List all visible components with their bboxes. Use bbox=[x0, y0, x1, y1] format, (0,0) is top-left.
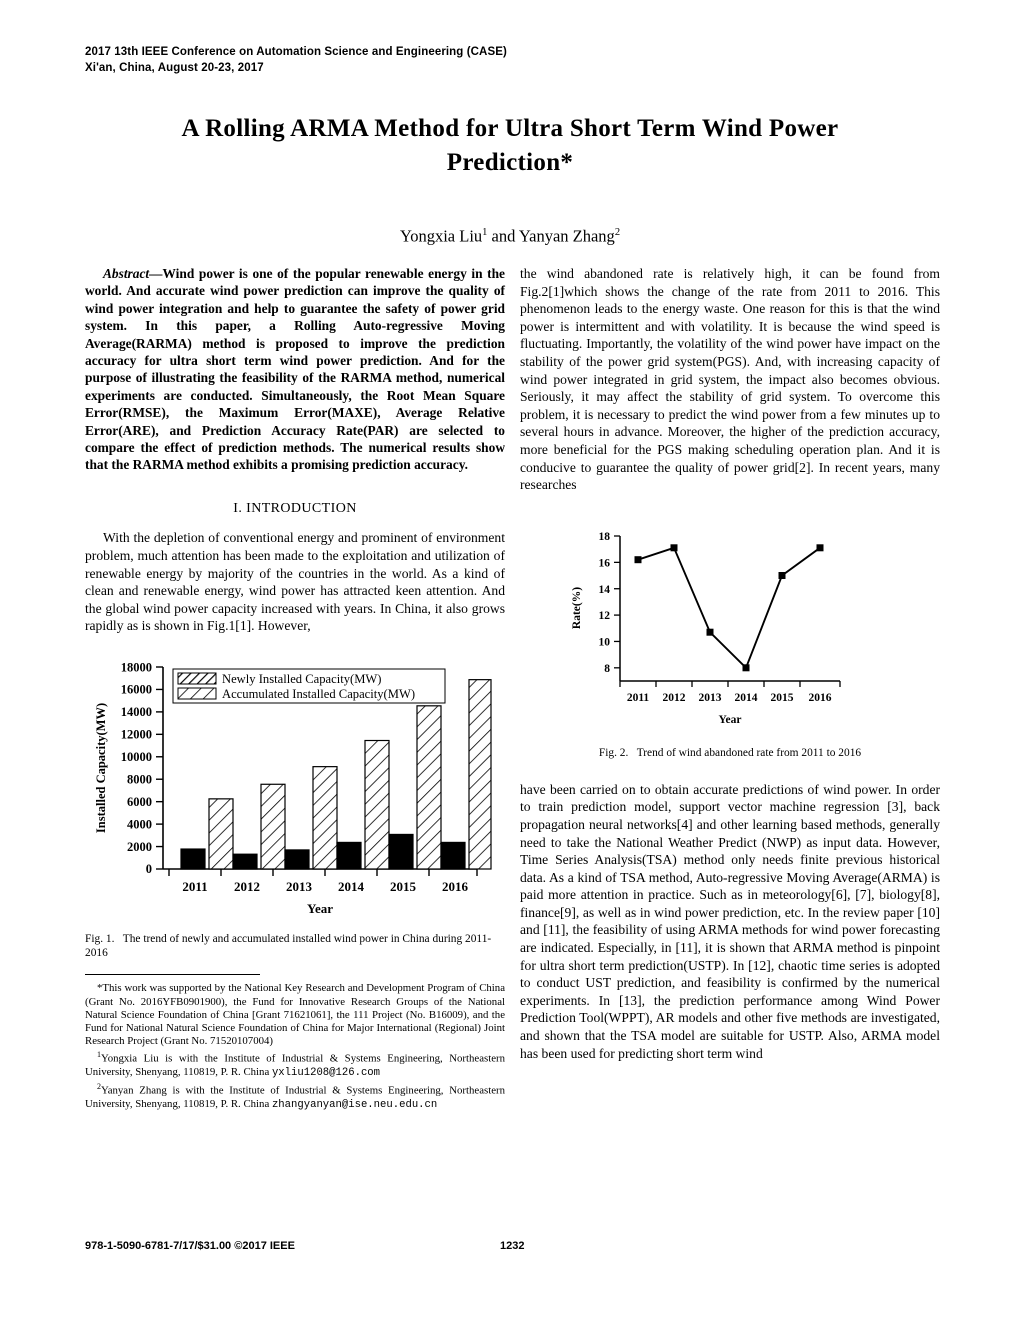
figure-1-number: Fig. 1. bbox=[85, 932, 115, 945]
svg-text:16: 16 bbox=[599, 557, 611, 569]
svg-text:Installed Capacity(MW): Installed Capacity(MW) bbox=[94, 703, 108, 833]
left-column: Abstract—Wind power is one of the popula… bbox=[85, 265, 505, 1112]
author-conjunction: and Yanyan Zhang bbox=[487, 226, 615, 246]
author-list: Yongxia Liu1 and Yanyan Zhang2 bbox=[110, 222, 910, 248]
svg-text:0: 0 bbox=[146, 862, 152, 876]
right-paragraph-1: the wind abandoned rate is relatively hi… bbox=[520, 266, 940, 493]
paper-title-line-2: Prediction* bbox=[446, 149, 574, 176]
paper-page: 2017 13th IEEE Conference on Automation … bbox=[0, 0, 1020, 1320]
figure-1-caption-text: The trend of newly and accumulated insta… bbox=[85, 932, 492, 960]
svg-text:Rate(%): Rate(%) bbox=[571, 586, 583, 628]
svg-text:2011: 2011 bbox=[182, 879, 207, 894]
svg-text:10: 10 bbox=[599, 636, 611, 648]
svg-text:6000: 6000 bbox=[127, 795, 152, 809]
figure-2-caption: Fig. 2. Trend of wind abandoned rate fro… bbox=[520, 746, 940, 760]
page-title: A Rolling ARMA Method for Ultra Short Te… bbox=[110, 112, 910, 180]
svg-text:2013: 2013 bbox=[699, 692, 722, 704]
svg-text:14000: 14000 bbox=[121, 705, 152, 719]
footnote-author-2-email[interactable]: zhangyanyan@ise.neu.edu.cn bbox=[272, 1099, 437, 1111]
figure-1-caption: Fig. 1. The trend of newly and accumulat… bbox=[85, 932, 505, 961]
svg-text:2013: 2013 bbox=[286, 879, 313, 894]
abstract-label: Abstract— bbox=[103, 266, 163, 281]
svg-text:Year: Year bbox=[307, 901, 333, 916]
svg-text:2012: 2012 bbox=[663, 692, 686, 704]
svg-text:2015: 2015 bbox=[390, 879, 417, 894]
footnote-funding: *This work was supported by the National… bbox=[85, 982, 505, 1048]
svg-text:14: 14 bbox=[599, 584, 611, 596]
figure-2-number: Fig. 2. bbox=[598, 747, 629, 760]
right-paragraph-2: have been carried on to obtain accurate … bbox=[520, 781, 940, 1061]
svg-text:18: 18 bbox=[599, 531, 611, 543]
svg-text:2016: 2016 bbox=[442, 879, 469, 894]
svg-text:Year: Year bbox=[719, 714, 742, 726]
figure-1: 0 2000 4000 6000 8000 10000 12000 14000 … bbox=[85, 651, 505, 960]
footer-isbn: 978-1-5090-6781-7/17/$31.00 ©2017 IEEE bbox=[85, 1240, 295, 1252]
figure-1-legend: Newly Installed Capacity(MW) Accumulated… bbox=[172, 668, 446, 704]
footnote-divider bbox=[85, 974, 260, 976]
svg-text:Accumulated Installed Capacity: Accumulated Installed Capacity(MW) bbox=[222, 687, 415, 701]
figure-2: 18 16 14 12 10 8 Rate(%) 2011 2012 2013 … bbox=[520, 516, 940, 761]
svg-text:2011: 2011 bbox=[627, 692, 650, 704]
conference-name: 2017 13th IEEE Conference on Automation … bbox=[85, 46, 507, 58]
figure-2-linechart: 18 16 14 12 10 8 Rate(%) 2011 2012 2013 … bbox=[571, 531, 841, 726]
author-one-name: Yongxia Liu bbox=[399, 226, 483, 246]
svg-text:2000: 2000 bbox=[127, 840, 152, 854]
svg-text:18000: 18000 bbox=[121, 660, 152, 674]
right-column: the wind abandoned rate is relatively hi… bbox=[520, 265, 940, 1062]
figure-2-caption-text: Trend of wind abandoned rate from 2011 t… bbox=[636, 747, 862, 760]
abstract-text: Wind power is one of the popular renewab… bbox=[85, 266, 505, 473]
svg-text:10000: 10000 bbox=[121, 750, 152, 764]
conference-location-date: Xi'an, China, August 20-23, 2017 bbox=[85, 62, 264, 74]
svg-text:12: 12 bbox=[599, 610, 611, 622]
paper-title-line-1: A Rolling ARMA Method for Ultra Short Te… bbox=[181, 115, 839, 142]
svg-text:8000: 8000 bbox=[127, 772, 152, 786]
section-heading-introduction: I. INTRODUCTION bbox=[233, 500, 357, 516]
svg-text:2014: 2014 bbox=[338, 879, 365, 894]
abstract-paragraph: Abstract—Wind power is one of the popula… bbox=[85, 265, 505, 474]
footnote-author-1-email[interactable]: yxliu1208@126.com bbox=[272, 1067, 380, 1079]
svg-text:Newly Installed Capacity(MW): Newly Installed Capacity(MW) bbox=[222, 672, 381, 686]
svg-text:2015: 2015 bbox=[771, 692, 794, 704]
author-two-affiliation-marker: 2 bbox=[614, 227, 621, 238]
footnotes-block: *This work was supported by the National… bbox=[85, 982, 505, 1112]
title-block: A Rolling ARMA Method for Ultra Short Te… bbox=[110, 112, 910, 248]
figure-1-barchart: 0 2000 4000 6000 8000 10000 12000 14000 … bbox=[94, 660, 492, 916]
conference-header: 2017 13th IEEE Conference on Automation … bbox=[85, 44, 885, 76]
svg-text:2012: 2012 bbox=[234, 879, 260, 894]
footnote-author-2: 2Yanyan Zhang is with the Institute of I… bbox=[85, 1080, 505, 1112]
svg-text:2016: 2016 bbox=[809, 692, 832, 704]
intro-paragraph-1: With the depletion of conventional energ… bbox=[85, 530, 505, 634]
footnote-author-1: 1Yongxia Liu is with the Institute of In… bbox=[85, 1048, 505, 1080]
svg-text:4000: 4000 bbox=[127, 817, 152, 831]
footer-page-number: 1232 bbox=[500, 1240, 525, 1252]
svg-text:2014: 2014 bbox=[735, 692, 758, 704]
svg-text:12000: 12000 bbox=[121, 728, 152, 742]
svg-text:8: 8 bbox=[604, 663, 610, 675]
svg-text:16000: 16000 bbox=[121, 683, 152, 697]
